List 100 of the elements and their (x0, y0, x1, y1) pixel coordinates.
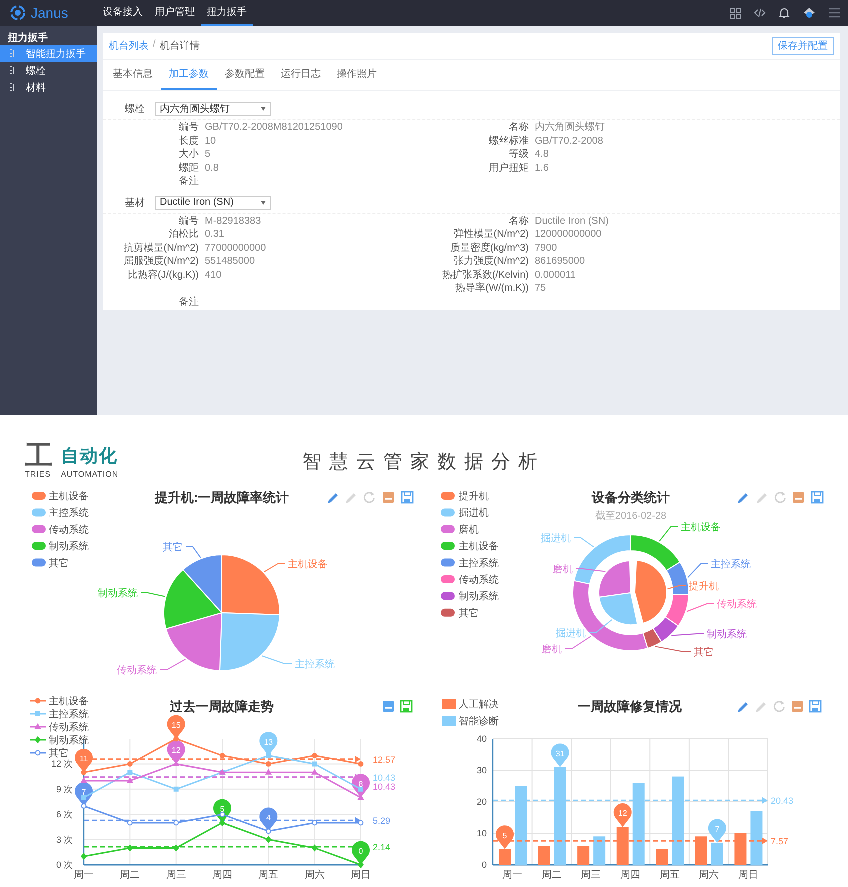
sidebar-item[interactable]: 螺栓 (0, 62, 97, 79)
save-icon[interactable] (811, 491, 824, 504)
pen-icon[interactable] (757, 494, 767, 504)
legend-swatch[interactable] (32, 542, 46, 550)
donut-slice[interactable] (630, 534, 681, 572)
document-icon[interactable] (792, 701, 803, 712)
refresh-icon[interactable] (774, 492, 786, 504)
bell-icon[interactable] (779, 7, 790, 19)
pen-icon[interactable] (346, 494, 356, 504)
pen-icon[interactable] (738, 702, 748, 712)
sidebar-item[interactable]: 材料 (0, 79, 97, 96)
pie-slice[interactable] (164, 569, 222, 630)
legend-swatch[interactable] (441, 508, 455, 517)
legend-swatch[interactable] (441, 576, 455, 584)
legend-swatch[interactable] (32, 508, 46, 517)
legend-swatch[interactable] (32, 558, 46, 567)
legend-marker[interactable] (30, 736, 46, 744)
legend-label[interactable]: 其它 (49, 748, 69, 760)
bar[interactable] (695, 836, 708, 865)
legend-swatch[interactable] (32, 525, 46, 534)
save-icon[interactable] (809, 700, 822, 713)
document-icon[interactable] (383, 701, 394, 712)
donut-slice[interactable] (574, 534, 632, 585)
legend-label[interactable]: 主机设备 (49, 492, 89, 502)
save-icon[interactable] (401, 491, 414, 504)
tab[interactable]: 运行日志 (273, 60, 329, 90)
document-icon[interactable] (793, 492, 804, 503)
pen-icon[interactable] (328, 494, 338, 504)
chart-subtitle: 截至2016-02-28 (595, 511, 667, 522)
legend-label[interactable]: 人工解决 (459, 700, 499, 710)
donut-slice[interactable] (634, 560, 668, 624)
legend-label[interactable]: 主控系统 (49, 508, 89, 520)
legend-label[interactable]: 传动系统 (49, 722, 89, 734)
legend-swatch[interactable] (441, 542, 455, 550)
legend-label[interactable]: 主控系统 (49, 710, 89, 720)
bar[interactable] (750, 811, 763, 865)
bar[interactable] (734, 834, 747, 865)
bar[interactable] (711, 842, 724, 865)
donut-slice[interactable] (666, 562, 690, 596)
bar[interactable] (538, 846, 550, 865)
bar[interactable] (656, 849, 668, 865)
menu-icon[interactable] (829, 8, 840, 18)
legend-marker[interactable] (30, 712, 46, 716)
bar[interactable] (632, 783, 645, 865)
nav-tab[interactable]: 设备接入 (97, 0, 149, 26)
donut-slice[interactable] (598, 592, 638, 626)
legend-label[interactable]: 磨机 (459, 524, 479, 536)
refresh-icon[interactable] (774, 701, 785, 712)
legend-marker[interactable] (30, 723, 46, 730)
legend-marker[interactable] (30, 750, 46, 756)
select-field[interactable]: 内六角圆头螺钉 (155, 102, 271, 116)
donut-slice[interactable] (642, 628, 662, 649)
pie-slice[interactable] (182, 554, 222, 614)
legend-swatch[interactable] (441, 608, 455, 617)
legend-label[interactable]: 提升机 (459, 492, 489, 502)
select-field[interactable]: Ductile Iron (SN) (155, 196, 271, 210)
pie-slice[interactable] (219, 612, 280, 672)
legend-swatch[interactable] (442, 716, 456, 726)
bar[interactable] (499, 849, 511, 865)
pie-slice[interactable] (222, 554, 280, 616)
legend-swatch[interactable] (441, 525, 455, 534)
donut-slice[interactable] (598, 560, 632, 598)
legend-swatch[interactable] (32, 492, 46, 500)
tab[interactable]: 操作照片 (329, 60, 385, 90)
legend-swatch[interactable] (442, 699, 456, 709)
legend-swatch[interactable] (441, 492, 455, 500)
bar[interactable] (616, 827, 629, 865)
legend-marker[interactable] (30, 698, 46, 704)
legend-label[interactable]: 智能诊断 (459, 716, 499, 728)
bar[interactable] (578, 846, 590, 865)
tab[interactable]: 基本信息 (105, 60, 161, 90)
nav-tab[interactable]: 用户管理 (149, 0, 201, 26)
field-label: 编号 (178, 214, 199, 228)
legend-label[interactable]: 主机设备 (459, 542, 499, 553)
legend-label[interactable]: 其它 (459, 608, 479, 620)
code-icon[interactable] (754, 8, 766, 18)
legend-label[interactable]: 掘进机 (459, 508, 489, 520)
save-icon[interactable] (400, 700, 413, 713)
pen-icon[interactable] (756, 702, 766, 712)
legend-label[interactable]: 制动系统 (49, 542, 89, 553)
legend-label[interactable]: 制动系统 (459, 592, 499, 603)
legend-label[interactable]: 其它 (49, 558, 69, 570)
cloud-icon[interactable] (803, 7, 816, 19)
document-icon[interactable] (383, 492, 394, 503)
legend-label[interactable]: 主机设备 (49, 696, 89, 708)
pen-icon[interactable] (738, 494, 748, 504)
nav-tab[interactable]: 扭力扳手 (201, 0, 253, 26)
legend-swatch[interactable] (441, 592, 455, 600)
grid-icon[interactable] (730, 8, 741, 18)
bar[interactable] (672, 776, 684, 865)
refresh-icon[interactable] (364, 492, 375, 504)
donut-slice[interactable] (664, 594, 690, 627)
tab[interactable]: 参数配置 (217, 60, 273, 90)
legend-label[interactable]: 主控系统 (459, 558, 499, 570)
legend-swatch[interactable] (441, 558, 455, 567)
donut-slice[interactable] (652, 616, 679, 643)
legend-label[interactable]: 传动系统 (49, 524, 89, 536)
bar[interactable] (594, 836, 606, 865)
pie-slice[interactable] (166, 612, 222, 672)
legend-label[interactable]: 传动系统 (459, 575, 499, 586)
